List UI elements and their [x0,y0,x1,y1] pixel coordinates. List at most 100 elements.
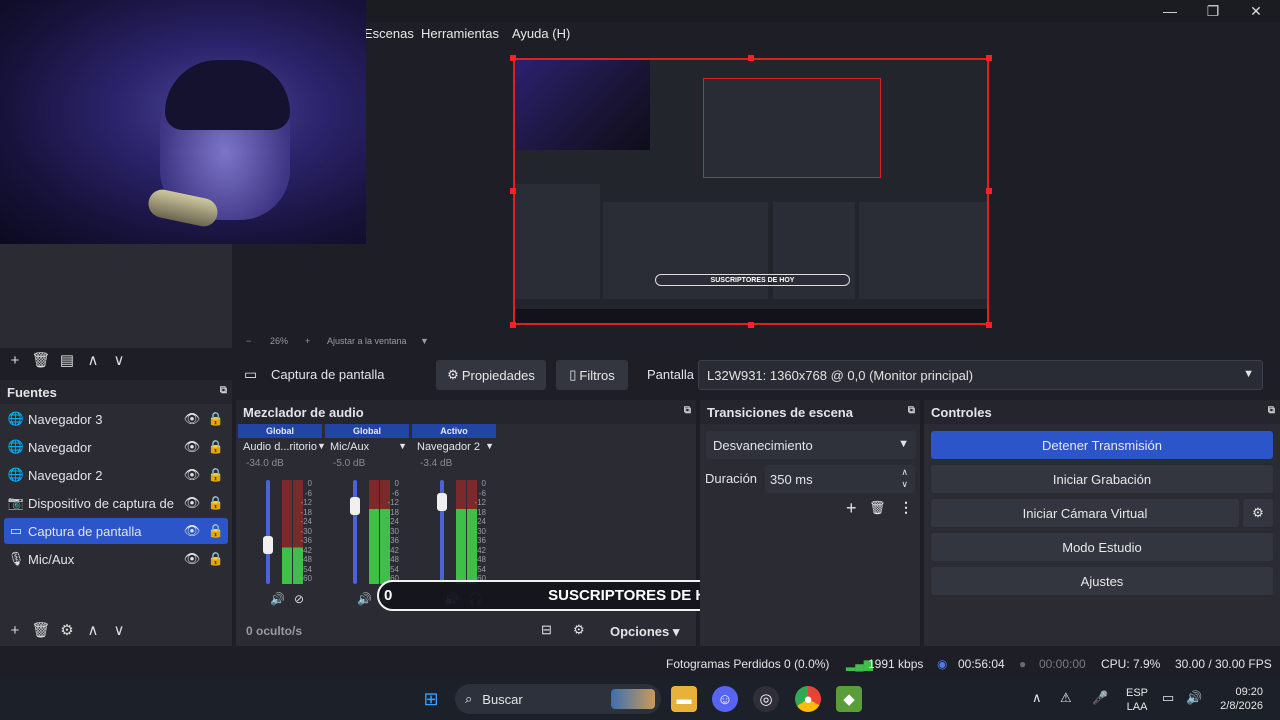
channel-name-row[interactable]: Navegador 2 ▼ [412,438,496,453]
scenes-list[interactable] [0,244,232,348]
taskbar-search[interactable]: ⌕ Buscar [455,684,661,714]
start-recording-button[interactable]: Iniciar Grabación [931,465,1273,493]
eye-icon[interactable]: 👁 [180,495,204,511]
resize-handle-l[interactable] [510,188,516,194]
source-item[interactable]: 🎙 Mic/Aux 👁 🔒 [4,546,228,572]
zoom-in-button[interactable]: + [305,336,310,346]
options-button[interactable]: Opciones ▾ [610,624,679,640]
lock-icon[interactable]: 🔒 [204,495,228,511]
minimize-button[interactable]: — [1148,0,1192,22]
volume-icon[interactable]: 🔊 [1186,690,1202,706]
stop-stream-button[interactable]: Detener Transmisión [931,431,1273,459]
settings-button[interactable]: Ajustes [931,567,1273,595]
remove-scene-icon[interactable]: 🗑 [28,351,54,369]
stream-time: 00:56:04 [958,657,1005,671]
add-scene-icon[interactable]: + [2,352,28,369]
start-virtual-camera-button[interactable]: Iniciar Cámara Virtual [931,499,1239,527]
source-up-icon[interactable]: ∧ [80,621,106,639]
lock-icon[interactable]: 🔒 [204,411,228,427]
remove-transition-icon[interactable]: 🗑 [869,500,886,516]
tray-expand-icon[interactable]: ∧ [1032,690,1042,706]
volume-fader-track[interactable] [353,480,357,584]
scene-up-icon[interactable]: ∧ [80,351,106,369]
selected-source-label: Captura de pantalla [271,367,385,382]
menu-scenes[interactable]: Escenas [364,26,414,41]
advanced-audio-icon[interactable]: ⚙ [573,622,585,638]
source-item[interactable]: 🌐 Navegador 👁 🔒 [4,434,228,460]
undock-icon[interactable]: ⧉ [908,405,915,416]
channel-name-row[interactable]: Audio d...ritorio ▼ [238,438,326,453]
monitor-off-icon[interactable]: ⊘ [294,592,304,606]
speaker-icon[interactable]: 🔊 [357,592,372,606]
duration-input[interactable]: 350 ms ∧ ∨ [765,465,915,493]
source-item[interactable]: 📷 Dispositivo de captura de 👁 🔒 [4,490,228,516]
filters-button[interactable]: ▯ Filtros [556,360,628,390]
resize-handle-br[interactable] [986,322,992,328]
remove-source-icon[interactable]: 🗑 [28,621,54,639]
source-item-label: Navegador 3 [28,411,103,427]
resize-handle-t[interactable] [748,55,754,61]
more-options-icon[interactable]: ⋮ [899,499,913,516]
volume-fader-track[interactable] [266,480,270,584]
channel-name-row[interactable]: Mic/Aux ▼ [325,438,409,453]
mic-tray-icon[interactable]: 🎤 [1092,690,1108,706]
display-tray-icon[interactable]: ▭ [1162,690,1174,706]
transition-select[interactable]: Desvanecimiento ▼ [706,431,916,459]
obs-icon[interactable]: ◎ [753,686,779,712]
fit-window-button[interactable]: Ajustar a la ventana [327,336,407,346]
volume-fader-knob[interactable] [263,535,273,554]
resize-handle-r[interactable] [986,188,992,194]
network-icon[interactable]: ⚠ [1060,690,1072,706]
chrome-icon[interactable]: ● [795,686,821,712]
file-explorer-icon[interactable]: ▬ [671,686,697,712]
minecraft-icon[interactable]: ◆ [836,686,862,712]
source-settings-icon[interactable]: ⚙ [54,621,80,639]
properties-button[interactable]: ⚙ Propiedades [436,360,546,390]
preview-canvas[interactable]: SUSCRIPTORES DE HOY [513,58,989,325]
undock-icon[interactable]: ⧉ [1268,405,1275,416]
zoom-dropdown-icon[interactable]: ▼ [420,336,429,346]
zoom-out-button[interactable]: − [246,336,251,346]
maximize-button[interactable]: ❐ [1191,0,1235,22]
undock-icon[interactable]: ⧉ [220,385,227,396]
lock-icon[interactable]: 🔒 [204,551,228,567]
record-time: 00:00:00 [1039,657,1086,671]
resize-handle-bl[interactable] [510,322,516,328]
add-transition-icon[interactable]: + [846,498,857,519]
eye-icon[interactable]: 👁 [180,411,204,427]
resize-handle-tl[interactable] [510,55,516,61]
lock-icon[interactable]: 🔒 [204,467,228,483]
menu-tools[interactable]: Herramientas [421,26,499,41]
studio-mode-button[interactable]: Modo Estudio [931,533,1273,561]
menu-help[interactable]: Ayuda (H) [512,26,570,41]
source-item[interactable]: ▭ Captura de pantalla 👁 🔒 [4,518,228,544]
virtual-camera-settings-button[interactable]: ⚙ [1243,499,1273,527]
lock-icon[interactable]: 🔒 [204,523,228,539]
volume-fader-knob[interactable] [437,492,447,511]
resize-handle-tr[interactable] [986,55,992,61]
mixer-layout-icon[interactable]: ⊟ [541,622,552,638]
language-indicator[interactable]: ESP LAA [1126,686,1148,714]
scene-down-icon[interactable]: ∨ [106,351,132,369]
source-item[interactable]: 🌐 Navegador 2 👁 🔒 [4,462,228,488]
resize-handle-b[interactable] [748,322,754,328]
windows-start-icon[interactable]: ⊞ [418,686,444,712]
source-item[interactable]: 🌐 Navegador 3 👁 🔒 [4,406,228,432]
clock[interactable]: 09:20 2/8/2026 [1213,685,1263,713]
lock-icon[interactable]: 🔒 [204,439,228,455]
meter-scale: 0 -6 -12 -18 -24 -30 -36 -42 -48 -54 -60 [381,479,399,584]
stepper-icon[interactable]: ∧ ∨ [901,466,908,490]
undock-icon[interactable]: ⧉ [684,405,691,416]
eye-icon[interactable]: 👁 [180,551,204,567]
add-source-icon[interactable]: + [2,622,28,639]
eye-icon[interactable]: 👁 [180,467,204,483]
speaker-icon[interactable]: 🔊 [270,592,285,606]
eye-icon[interactable]: 👁 [180,439,204,455]
discord-icon[interactable]: ☺ [712,686,738,712]
eye-icon[interactable]: 👁 [180,523,204,539]
source-down-icon[interactable]: ∨ [106,621,132,639]
volume-fader-knob[interactable] [350,497,360,516]
close-button[interactable]: ✕ [1234,0,1278,22]
scene-filter-icon[interactable]: ▤ [54,351,80,369]
display-select[interactable]: L32W931: 1360x768 @ 0,0 (Monitor princip… [698,360,1263,390]
